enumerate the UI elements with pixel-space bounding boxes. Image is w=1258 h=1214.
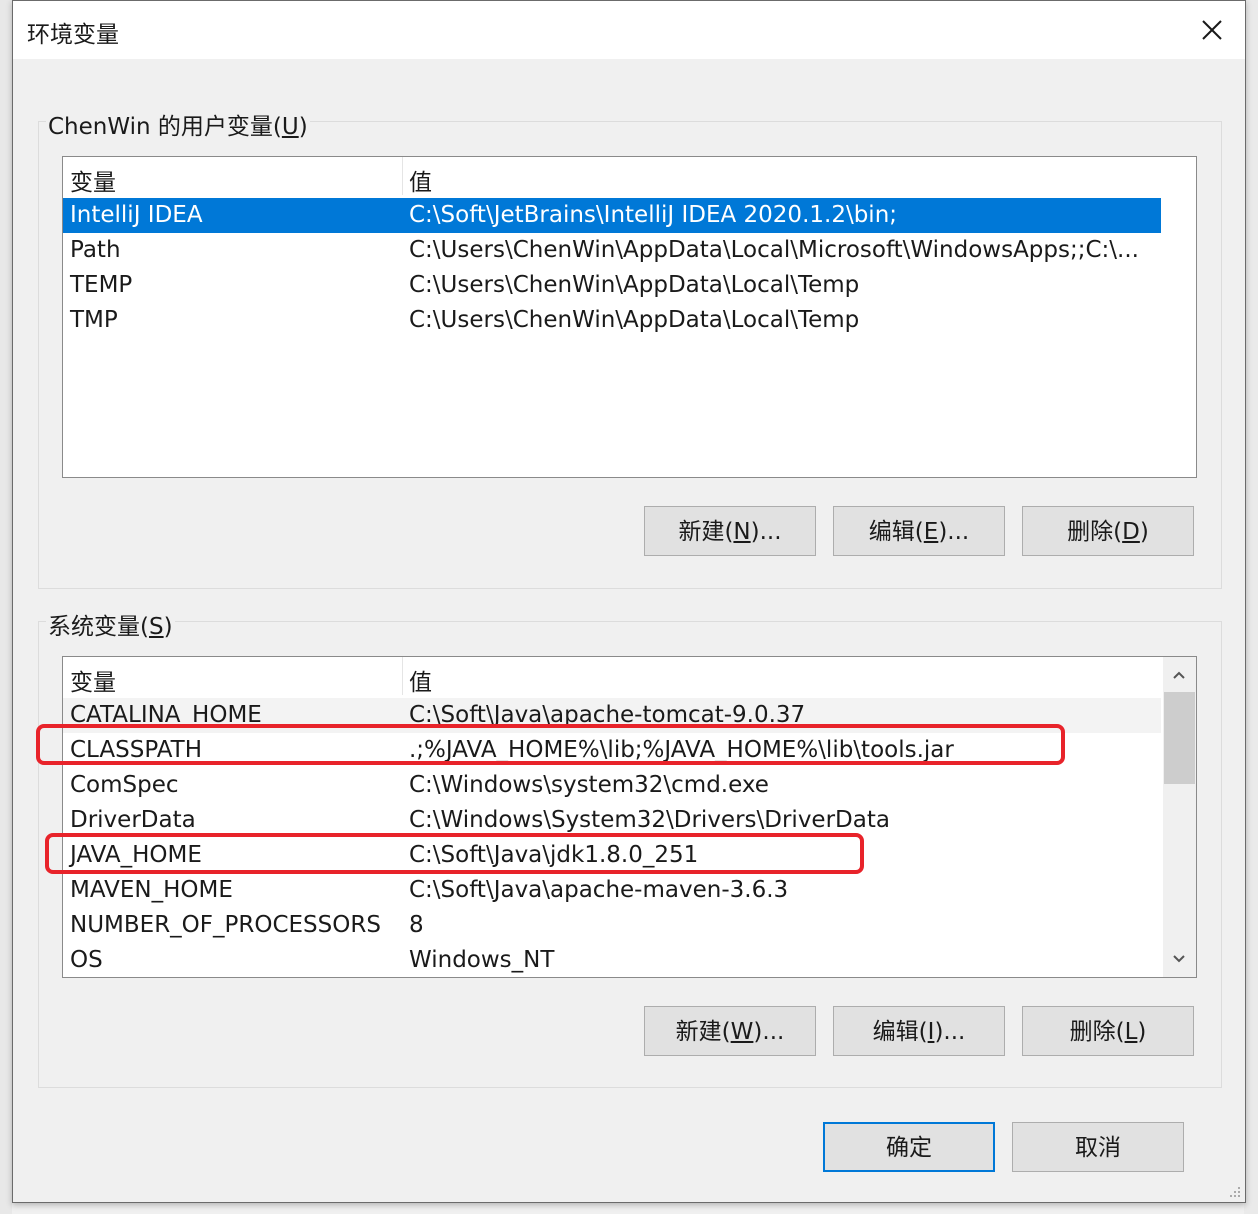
table-row[interactable]: TEMP C:\Users\ChenWin\AppData\Local\Temp <box>63 268 1161 303</box>
variable-name: CATALINA_HOME <box>70 702 262 728</box>
column-divider[interactable] <box>402 657 403 695</box>
system-delete-button[interactable]: 删除(L) <box>1022 1006 1194 1056</box>
variable-name: TMP <box>70 307 118 333</box>
variable-name: NUMBER_OF_PROCESSORS <box>70 912 381 938</box>
variable-value: C:\Soft\Java\apache-tomcat-9.0.37 <box>409 702 806 728</box>
table-row[interactable]: CLASSPATH .;%JAVA_HOME%\lib;%JAVA_HOME%\… <box>63 733 1161 768</box>
variable-value: 8 <box>409 912 424 938</box>
column-header-variable[interactable]: 变量 <box>70 663 116 697</box>
user-edit-button[interactable]: 编辑(E)... <box>833 506 1005 556</box>
scrollbar-thumb[interactable] <box>1164 692 1195 784</box>
user-delete-button[interactable]: 删除(D) <box>1022 506 1194 556</box>
table-row[interactable]: IntelliJ IDEA C:\Soft\JetBrains\IntelliJ… <box>63 198 1161 233</box>
variable-value: C:\Users\ChenWin\AppData\Local\Microsoft… <box>409 237 1139 263</box>
table-row[interactable]: CATALINA_HOME C:\Soft\Java\apache-tomcat… <box>63 698 1161 733</box>
table-row[interactable]: MAVEN_HOME C:\Soft\Java\apache-maven-3.6… <box>63 873 1161 908</box>
variable-value: .;%JAVA_HOME%\lib;%JAVA_HOME%\lib\tools.… <box>409 737 954 763</box>
column-header-variable[interactable]: 变量 <box>70 163 116 197</box>
system-variables-label: 系统变量(S) <box>46 607 175 641</box>
system-new-button[interactable]: 新建(W)... <box>644 1006 816 1056</box>
close-icon <box>1202 20 1222 40</box>
table-row[interactable]: NUMBER_OF_PROCESSORS 8 <box>63 908 1161 943</box>
variable-name: JAVA_HOME <box>70 842 202 868</box>
chevron-down-icon[interactable] <box>1171 951 1187 967</box>
user-variables-label: ChenWin 的用户变量(U) <box>46 107 310 141</box>
table-row[interactable]: TMP C:\Users\ChenWin\AppData\Local\Temp <box>63 303 1161 338</box>
chevron-up-icon[interactable] <box>1171 667 1187 683</box>
ok-button[interactable]: 确定 <box>823 1122 995 1172</box>
user-new-button[interactable]: 新建(N)... <box>644 506 816 556</box>
variable-value: C:\Windows\System32\Drivers\DriverData <box>409 807 890 833</box>
column-header-value[interactable]: 值 <box>409 163 432 197</box>
system-edit-button[interactable]: 编辑(I)... <box>833 1006 1005 1056</box>
variable-name: ComSpec <box>70 772 179 798</box>
system-variables-list[interactable]: 变量 值 CATALINA_HOME C:\Soft\Java\apache-t… <box>62 656 1197 978</box>
variable-name: TEMP <box>70 272 133 298</box>
variable-value: C:\Soft\Java\jdk1.8.0_251 <box>409 842 699 868</box>
table-row[interactable]: Path C:\Users\ChenWin\AppData\Local\Micr… <box>63 233 1161 268</box>
vertical-scrollbar[interactable] <box>1163 657 1196 977</box>
close-button[interactable] <box>1197 15 1227 45</box>
variable-name: MAVEN_HOME <box>70 877 233 903</box>
variable-name: Path <box>70 237 121 263</box>
environment-variables-dialog: 环境变量 ChenWin 的用户变量(U) 变量 值 IntelliJ IDEA… <box>12 0 1246 1203</box>
list-header: 变量 值 <box>63 157 1161 197</box>
background-window-right <box>1244 0 1258 1214</box>
variable-value: C:\Soft\Java\apache-maven-3.6.3 <box>409 877 789 903</box>
cancel-button[interactable]: 取消 <box>1012 1122 1184 1172</box>
variable-value: C:\Soft\JetBrains\IntelliJ IDEA 2020.1.2… <box>409 202 898 228</box>
table-row[interactable]: DriverData C:\Windows\System32\Drivers\D… <box>63 803 1161 838</box>
background-window-left <box>0 0 12 1214</box>
column-divider[interactable] <box>402 157 403 195</box>
column-header-value[interactable]: 值 <box>409 663 432 697</box>
variable-name: CLASSPATH <box>70 737 203 763</box>
table-row[interactable]: ComSpec C:\Windows\system32\cmd.exe <box>63 768 1161 803</box>
table-row[interactable]: OS Windows_NT <box>63 943 1161 977</box>
variable-name: OS <box>70 947 103 973</box>
variable-value: C:\Users\ChenWin\AppData\Local\Temp <box>409 272 860 298</box>
user-variables-list[interactable]: 变量 值 IntelliJ IDEA C:\Soft\JetBrains\Int… <box>62 156 1197 478</box>
list-header: 变量 值 <box>63 657 1161 697</box>
dialog-title: 环境变量 <box>27 22 119 48</box>
variable-value: C:\Windows\system32\cmd.exe <box>409 772 769 798</box>
variable-value: C:\Users\ChenWin\AppData\Local\Temp <box>409 307 860 333</box>
resize-grip-icon[interactable] <box>1229 1186 1241 1198</box>
variable-name: IntelliJ IDEA <box>70 202 203 228</box>
variable-name: DriverData <box>70 807 196 833</box>
variable-value: Windows_NT <box>409 947 555 973</box>
title-bar: 环境变量 <box>13 1 1245 59</box>
table-row[interactable]: JAVA_HOME C:\Soft\Java\jdk1.8.0_251 <box>63 838 1161 873</box>
